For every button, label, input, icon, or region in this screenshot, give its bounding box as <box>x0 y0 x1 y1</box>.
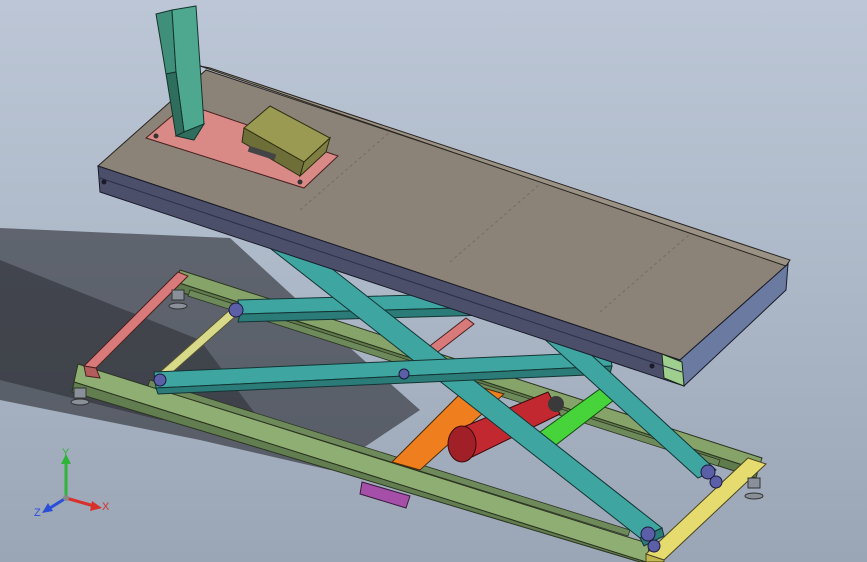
lift-table-model[interactable] <box>0 0 867 562</box>
y-axis-label: Y <box>62 448 70 459</box>
coordinate-triad: Y X Z <box>34 448 110 519</box>
x-axis-label: X <box>102 501 110 513</box>
z-axis-label: Z <box>34 507 41 519</box>
cad-graphics-viewport[interactable]: Y X Z <box>0 0 867 562</box>
x-axis-icon <box>65 496 95 508</box>
